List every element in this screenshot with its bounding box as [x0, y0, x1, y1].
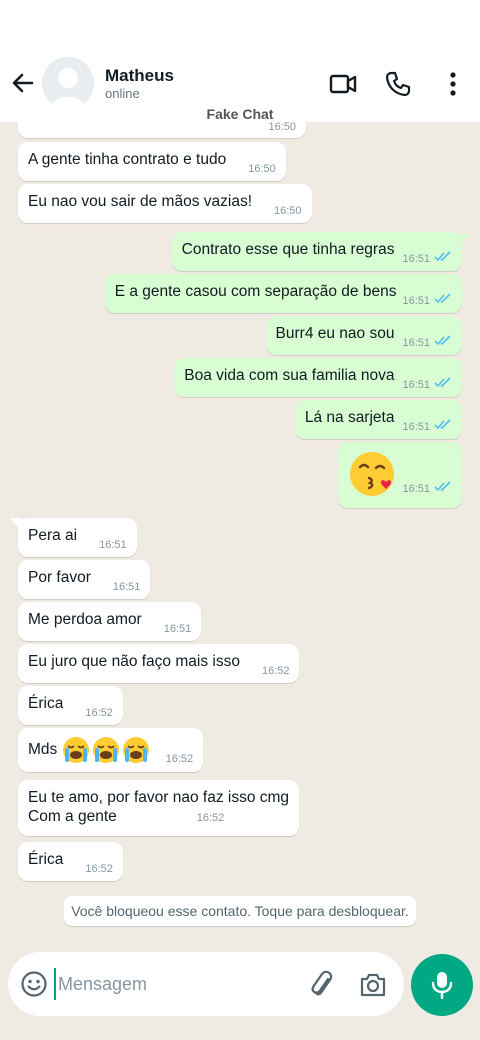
message-bubble[interactable]: Boa vida com sua familia nova 16:51: [174, 358, 462, 397]
phone-icon[interactable]: [383, 69, 413, 99]
message-text: Eu nao vou sair de mãos vazias!: [28, 193, 253, 210]
message-time: 16:51: [402, 379, 430, 391]
message-time: 16:51: [99, 539, 127, 551]
message-text: Boa vida com sua familia nova: [184, 367, 395, 384]
message-bubble[interactable]: Burr4 eu nao sou 16:51: [265, 316, 462, 355]
message-text: Eu te amo, por favor nao faz isso cmg: [28, 789, 290, 806]
message-text: E a gente casou com separação de bens: [114, 283, 397, 300]
message-bubble[interactable]: Eu te amo, por favor nao faz isso cmg Co…: [18, 780, 300, 836]
message-time: 16:51: [402, 421, 430, 433]
message-time: 16:50: [248, 163, 276, 175]
message-bubble[interactable]: Por favor 16:51: [18, 560, 151, 599]
message-time: 16:52: [165, 753, 194, 766]
message-time: 16:51: [402, 295, 430, 307]
message-time: 16:51: [402, 253, 430, 265]
mic-button[interactable]: [411, 954, 473, 1016]
message-text-line2: Com a gente: [28, 808, 117, 825]
kiss-emoji-icon: [350, 452, 395, 496]
message-text: Pera ai: [28, 527, 78, 544]
contact-status: online: [105, 86, 140, 101]
default-avatar-icon: [42, 57, 94, 109]
read-ticks-icon: [434, 481, 451, 492]
status-bar-area: [0, 0, 480, 48]
message-time: 16:51: [402, 483, 430, 496]
video-call-icon[interactable]: [328, 69, 358, 99]
message-time: 16:51: [112, 581, 141, 593]
read-ticks-icon: [434, 293, 451, 304]
message-bubble[interactable]: Eu nao vou sair de mãos vazias! 16:50: [18, 184, 312, 223]
message-composer: [8, 952, 404, 1016]
message-bubble[interactable]: Me perdoa amor 16:51: [18, 602, 202, 641]
message-bubble[interactable]: Érica 16:52: [18, 686, 123, 725]
attach-icon[interactable]: [308, 970, 338, 1000]
message-bubble[interactable]: Mds 16:52: [18, 728, 204, 772]
message-time: 16:52: [196, 812, 225, 824]
chat-area[interactable]: 16:50 A gente tinha contrato e tudo 16:50…: [0, 122, 480, 1040]
message-time: 16:52: [261, 665, 290, 677]
avatar[interactable]: [42, 57, 94, 109]
read-ticks-icon: [434, 419, 451, 430]
message-bubble[interactable]: 16:51: [338, 442, 462, 508]
camera-icon[interactable]: [358, 970, 388, 1000]
message-text: Érica: [28, 851, 64, 868]
crying-emoji-icon: [62, 737, 149, 763]
read-ticks-icon: [434, 335, 451, 346]
message-text: Érica: [28, 695, 64, 712]
blocked-contact-notice[interactable]: Você bloqueou esse contato. Toque para d…: [64, 896, 416, 926]
message-time: 16:50: [274, 205, 302, 217]
message-input[interactable]: [54, 968, 294, 1000]
message-text: Me perdoa amor: [28, 611, 142, 628]
read-ticks-icon: [434, 377, 451, 388]
message-bubble[interactable]: Lá na sarjeta 16:51: [294, 400, 462, 439]
message-text: Eu juro que não faço mais isso: [28, 653, 240, 670]
watermark: Fake Chat: [206, 106, 274, 122]
message-time: 16:50: [268, 122, 296, 133]
message-time: 16:52: [85, 863, 113, 875]
contact-name[interactable]: Matheus: [105, 66, 174, 86]
back-arrow-icon[interactable]: [8, 68, 38, 98]
message-time: 16:52: [85, 707, 113, 719]
message-bubble[interactable]: Eu juro que não faço mais isso 16:52: [18, 644, 300, 683]
message-bubble[interactable]: Contrato esse que tinha regras 16:51: [171, 232, 462, 271]
emoji-icon[interactable]: [20, 970, 48, 998]
message-text: Contrato esse que tinha regras: [181, 241, 395, 258]
message-bubble[interactable]: Érica 16:52: [18, 842, 123, 881]
message-text: Mds: [28, 741, 58, 759]
read-ticks-icon: [434, 251, 451, 262]
more-options-icon[interactable]: [438, 69, 468, 99]
message-time: 16:51: [402, 337, 430, 349]
message-text: A gente tinha contrato e tudo: [28, 151, 227, 168]
message-bubble[interactable]: E a gente casou com separação de bens 16:…: [104, 274, 462, 313]
message-text: Por favor: [28, 569, 91, 586]
message-text: Burr4 eu nao sou: [275, 325, 395, 342]
message-bubble[interactable]: Pera ai 16:51: [18, 518, 137, 557]
message-bubble[interactable]: A gente tinha contrato e tudo 16:50: [18, 142, 286, 181]
message-time: 16:51: [163, 623, 192, 635]
message-text: Lá na sarjeta: [304, 409, 395, 426]
message-bubble[interactable]: 16:50: [18, 122, 306, 138]
mic-icon: [431, 972, 453, 999]
